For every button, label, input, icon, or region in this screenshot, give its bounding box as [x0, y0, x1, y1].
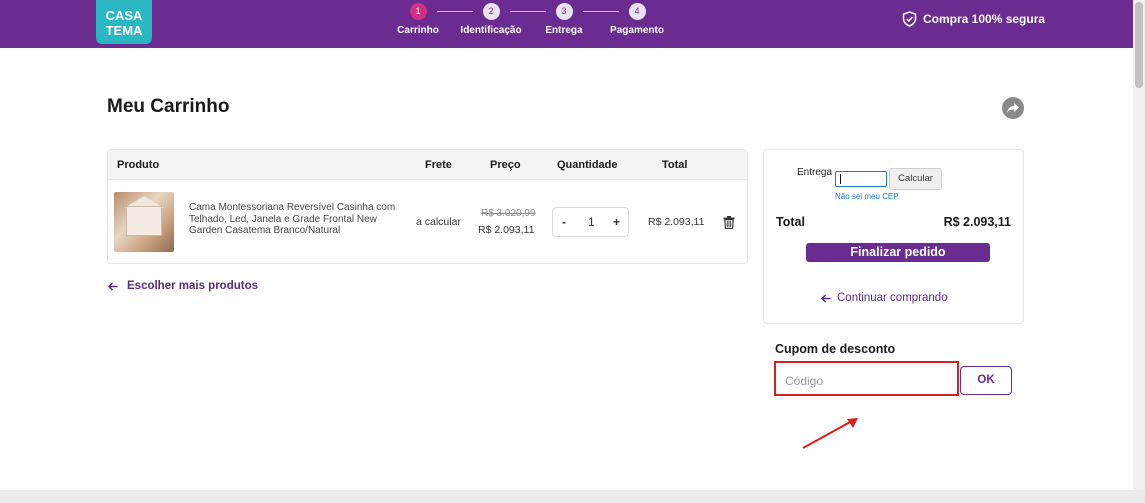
page-title: Meu Carrinho — [107, 96, 230, 117]
cep-input[interactable] — [835, 171, 887, 187]
scrollbar-thumb[interactable] — [1135, 2, 1143, 88]
step-label: Entrega — [545, 25, 583, 36]
apply-coupon-button[interactable]: OK — [960, 366, 1012, 395]
step-number: 3 — [555, 3, 573, 20]
trash-icon[interactable] — [723, 216, 735, 229]
step-label: Pagamento — [610, 25, 664, 36]
secure-purchase-badge: Compra 100% segura — [902, 11, 1045, 27]
footer-strip — [0, 490, 1145, 503]
shield-check-icon — [902, 11, 917, 27]
step-cart: 1 Carrinho — [378, 3, 458, 36]
quantity-decrease-button[interactable]: - — [562, 215, 566, 229]
annotation-arrow-icon — [802, 418, 858, 449]
product-old-price: R$ 3.020,99 — [481, 208, 536, 219]
choose-more-products-link[interactable]: Escolher mais produtos — [108, 280, 258, 292]
step-identification: 2 Identificação — [451, 3, 531, 36]
product-shipping: a calcular — [416, 216, 461, 228]
step-number: 2 — [482, 3, 500, 20]
arrow-left-icon — [108, 281, 118, 291]
column-product: Produto — [117, 159, 160, 171]
choose-more-products-label: Escolher mais produtos — [127, 280, 259, 292]
column-quantity: Quantidade — [557, 159, 618, 171]
logo-line-1: CASA — [105, 8, 143, 23]
logo-line-2: TEMA — [105, 23, 143, 38]
product-name[interactable]: Cama Montessoriana Reversível Casinha co… — [189, 202, 404, 237]
quantity-value[interactable]: 1 — [588, 215, 595, 229]
coupon-code-input[interactable]: Código — [774, 361, 959, 396]
order-summary: Entrega Calcular Não sei meu CEP Total R… — [763, 149, 1024, 324]
column-price: Preço — [490, 159, 521, 171]
step-delivery: 3 Entrega — [524, 3, 604, 36]
unknown-cep-link[interactable]: Não sei meu CEP — [835, 192, 899, 201]
column-total: Total — [662, 159, 688, 171]
calculate-shipping-button[interactable]: Calcular — [889, 168, 942, 190]
product-price: R$ 2.093,11 — [478, 224, 535, 236]
share-button[interactable] — [1002, 97, 1024, 119]
checkout-button[interactable]: Finalizar pedido — [806, 243, 990, 262]
quantity-increase-button[interactable]: + — [613, 215, 620, 229]
vertical-scrollbar[interactable] — [1133, 0, 1145, 490]
continue-shopping-link[interactable]: Continuar comprando — [821, 292, 948, 304]
share-arrow-icon — [1007, 103, 1019, 113]
continue-shopping-label: Continuar comprando — [837, 292, 948, 304]
step-label: Carrinho — [397, 25, 439, 36]
arrow-left-icon — [821, 293, 831, 303]
product-total: R$ 2.093,11 — [648, 216, 705, 228]
column-shipping: Frete — [425, 159, 452, 171]
quantity-stepper: - 1 + — [552, 207, 629, 237]
step-number: 4 — [628, 3, 646, 20]
total-value: R$ 2.093,11 — [943, 215, 1011, 229]
step-label: Identificação — [460, 25, 522, 36]
casatema-logo[interactable]: CASA TEMA — [96, 0, 152, 44]
total-label: Total — [776, 215, 805, 229]
step-payment: 4 Pagamento — [597, 3, 677, 36]
step-number: 1 — [409, 3, 427, 20]
top-header: CASA TEMA 1 Carrinho 2 Identificação 3 E… — [0, 0, 1133, 48]
cart-table-header: Produto Frete Preço Quantidade Total — [108, 150, 747, 180]
cart-table: Produto Frete Preço Quantidade Total Cam… — [107, 149, 748, 264]
product-image-house — [126, 206, 162, 236]
coupon-title: Cupom de desconto — [775, 342, 896, 356]
delivery-label: Entrega — [797, 167, 833, 178]
product-image[interactable] — [114, 192, 174, 252]
secure-text: Compra 100% segura — [923, 12, 1046, 26]
